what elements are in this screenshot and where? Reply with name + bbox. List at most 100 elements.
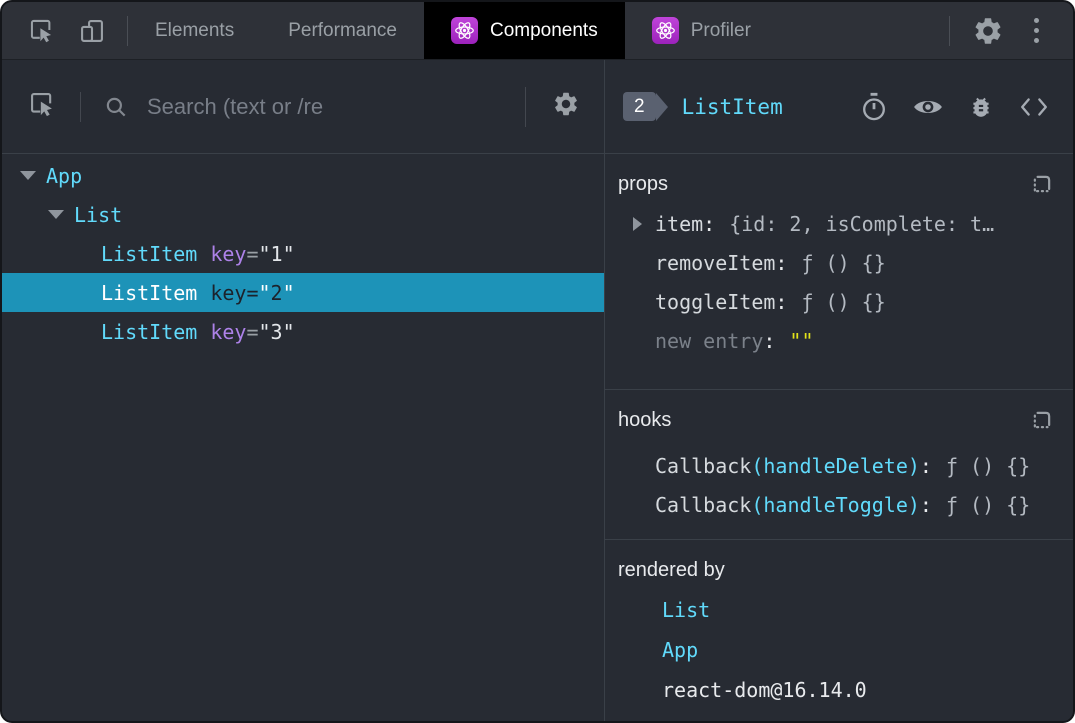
chevron-down-icon[interactable]	[48, 210, 64, 219]
inspect-dom-eye-icon[interactable]	[913, 96, 943, 118]
prop-row-removeitem: removeItem: ƒ () {}	[618, 243, 1053, 282]
prop-value: {id: 2, isComplete: t…	[729, 211, 995, 236]
device-toolbar-icon[interactable]	[77, 17, 107, 45]
chevron-right-icon[interactable]	[633, 216, 642, 231]
react-logo-icon	[450, 17, 478, 44]
colon: :	[919, 492, 932, 517]
tree-settings-gear-icon[interactable]	[544, 90, 588, 123]
tree-row-list[interactable]: List	[2, 195, 604, 234]
colon: :	[775, 289, 788, 314]
react-logo-icon	[651, 17, 679, 44]
renderer-version: react-dom@16.14.0	[662, 678, 867, 702]
rendered-by-list[interactable]: List	[618, 590, 1053, 630]
props-section-title: props	[618, 172, 669, 195]
new-entry-value[interactable]: ""	[789, 329, 813, 353]
tab-components[interactable]: Components	[423, 2, 625, 59]
key-value: 1	[270, 241, 283, 266]
tab-label: Performance	[288, 19, 397, 41]
view-source-code-icon[interactable]	[1019, 95, 1049, 119]
prop-value: ƒ () {}	[801, 289, 886, 314]
prop-row-item[interactable]: item: {id: 2, isComplete: t…	[618, 204, 1053, 243]
prop-name: toggleItem	[655, 289, 776, 314]
rendered-by-react-dom: react-dom@16.14.0	[618, 670, 1053, 710]
quote: "	[282, 280, 295, 305]
components-tree-panel: App List ListItemkey="1" ListItemkey="2"…	[2, 60, 605, 721]
quote: "	[258, 280, 271, 305]
tab-label: Components	[489, 19, 598, 41]
log-data-bug-icon[interactable]	[968, 94, 994, 120]
chevron-down-icon[interactable]	[20, 171, 36, 180]
colon: :	[919, 453, 932, 478]
hooks-section: hooks Callback (handleDelete): ƒ () {} C…	[605, 390, 1073, 540]
hook-row-handletoggle: Callback (handleToggle): ƒ () {}	[618, 485, 1053, 524]
new-entry-name[interactable]: new entry	[655, 329, 763, 353]
hook-name: (handleDelete)	[751, 453, 920, 478]
hooks-section-title: hooks	[618, 408, 672, 431]
component-tree: App List ListItem key = " 1 " ListItem key = " 2 "…	[2, 154, 604, 721]
select-element-icon[interactable]	[28, 90, 56, 123]
component-name: ListItem	[101, 241, 198, 266]
props-section: props item: {id: 2, isComplete: t… remov…	[605, 154, 1073, 390]
rendered-by-app[interactable]: App	[618, 630, 1053, 670]
quote: "	[258, 241, 271, 266]
key-value: 2	[270, 280, 283, 305]
hook-name: (handleToggle)	[751, 492, 920, 517]
devtools-tab-bar: Elements Performance Components Profiler	[2, 2, 1073, 60]
inspect-element-icon[interactable]	[28, 17, 55, 44]
toolbar-divider	[949, 15, 950, 46]
tab-elements[interactable]: Elements	[128, 2, 261, 59]
component-name: List	[74, 202, 123, 227]
selected-element-header: 2 ListItem	[605, 60, 1073, 154]
rendered-by-title: rendered by	[618, 558, 725, 581]
key-value: 3	[270, 319, 283, 344]
devtools-window: Elements Performance Components Profiler…	[0, 0, 1075, 723]
component-name: App	[46, 163, 83, 188]
copy-icon[interactable]	[1031, 409, 1053, 431]
selected-component-title: ListItem	[681, 94, 783, 119]
quote: "	[282, 241, 295, 266]
owner-link[interactable]: App	[662, 638, 698, 662]
selected-element-panel: 2 ListItem props item: {id: 2, isComple…	[605, 60, 1073, 721]
owners-stack-badge[interactable]: 2	[623, 92, 656, 121]
equals-sign: =	[246, 280, 259, 305]
search-bar	[103, 93, 525, 120]
tree-row-app[interactable]: App	[2, 156, 604, 195]
equals-sign: =	[246, 319, 259, 344]
tab-performance[interactable]: Performance	[261, 2, 424, 59]
prop-value: ƒ () {}	[801, 250, 886, 275]
equals-sign: =	[246, 241, 259, 266]
settings-gear-icon[interactable]	[972, 15, 1004, 47]
colon: :	[763, 328, 776, 353]
prop-row-new-entry[interactable]: new entry: ""	[618, 321, 1053, 360]
owner-link[interactable]: List	[662, 598, 710, 622]
tree-row-listitem-1[interactable]: ListItem key = " 1 "	[2, 234, 604, 273]
colon: :	[775, 250, 788, 275]
key-attr: key	[210, 319, 247, 344]
tree-toolbar	[2, 60, 604, 154]
key-attr: key	[210, 241, 247, 266]
quote: "	[282, 319, 295, 344]
copy-icon[interactable]	[1031, 173, 1053, 195]
kebab-menu-icon[interactable]	[1026, 14, 1047, 47]
main-split: App List ListItemkey="1" ListItemkey="2"…	[2, 60, 1073, 721]
prop-row-toggleitem: toggleItem: ƒ () {}	[618, 282, 1053, 321]
search-icon	[106, 97, 126, 116]
tab-profiler[interactable]: Profiler	[625, 2, 778, 59]
tab-label: Profiler	[690, 19, 751, 41]
hook-type: Callback	[655, 492, 752, 517]
tree-row-listitem-3[interactable]: ListItem key = " 3 "	[2, 312, 604, 351]
quote: "	[258, 319, 271, 344]
prop-name: removeItem	[655, 250, 776, 275]
key-attr: key	[210, 280, 247, 305]
hook-row-handledelete: Callback (handleDelete): ƒ () {}	[618, 446, 1053, 485]
tree-row-listitem-2-selected[interactable]: ListItem key = " 2 "	[2, 273, 604, 312]
toolbar-divider	[80, 91, 81, 122]
hook-type: Callback	[655, 453, 752, 478]
search-input[interactable]	[147, 93, 525, 120]
suspend-timer-icon[interactable]	[860, 92, 888, 122]
tab-label: Elements	[155, 19, 235, 41]
hook-value: ƒ () {}	[945, 453, 1031, 478]
hook-value: ƒ () {}	[945, 492, 1031, 517]
prop-name: item	[655, 211, 704, 236]
component-name: ListItem	[101, 319, 198, 344]
